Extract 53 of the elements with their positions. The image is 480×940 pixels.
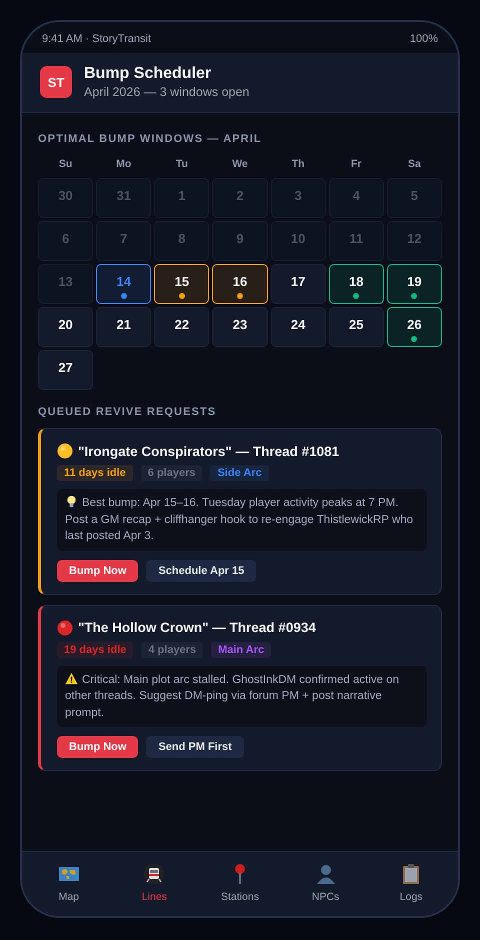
thread-tag: 19 days idle bbox=[57, 642, 134, 658]
bump-now-button[interactable]: Bump Now bbox=[57, 736, 138, 758]
warning-icon bbox=[65, 672, 78, 684]
bump-now-button[interactable]: Bump Now bbox=[57, 560, 138, 582]
nav-tab[interactable]: Stations bbox=[204, 852, 275, 914]
advice-note: Critical: Main plot arc stalled. GhostInkDM confirmed active on other threads. Suggest DM-ping via forum PM + post narrative prompt. bbox=[57, 666, 427, 727]
lightbulb-icon bbox=[65, 495, 78, 508]
thread-title: "The Hollow Crown" — Thread #0934 bbox=[78, 620, 316, 635]
nav-tab[interactable]: Map bbox=[34, 852, 104, 914]
thread-tag: Main Arc bbox=[211, 642, 272, 658]
status-circle-icon bbox=[57, 620, 73, 636]
calendar-day[interactable]: 20 bbox=[38, 307, 94, 347]
calendar-day[interactable]: 24 bbox=[270, 307, 326, 347]
status-circle-icon bbox=[57, 443, 73, 459]
calendar-day[interactable]: 27 bbox=[38, 350, 94, 390]
calendar-day[interactable]: 23 bbox=[212, 307, 268, 347]
app-title: Bump Scheduler bbox=[84, 65, 212, 83]
nav-tab[interactable]: Lines bbox=[119, 852, 190, 914]
nav-tab[interactable]: NPCs bbox=[290, 852, 361, 914]
calendar-day[interactable]: 15 bbox=[154, 264, 210, 304]
weekday-label: Sa bbox=[406, 158, 422, 170]
calendar-day[interactable]: 17 bbox=[270, 264, 326, 304]
app-subtitle: April 2026 — 3 windows open bbox=[84, 85, 250, 99]
weekday-label: Th bbox=[290, 158, 306, 170]
calendar-day[interactable]: 14 bbox=[96, 264, 152, 304]
section-title: QUEUED REVIVE REQUESTS bbox=[38, 406, 218, 418]
app-logo: ST bbox=[40, 66, 72, 98]
weekday-label: Fr bbox=[350, 158, 363, 170]
calendar-day[interactable]: 25 bbox=[328, 307, 384, 347]
section-title: OPTIMAL BUMP WINDOWS — APRIL bbox=[38, 133, 263, 145]
advice-note: Best bump: Apr 15–16. Tuesday player activity peaks at 7 PM. Post a GM recap + cliffhanger hook to re-engage ThistlewickRP who last posted Apr 3. bbox=[57, 489, 427, 550]
thread-tag: 11 days idle bbox=[57, 465, 133, 481]
action-button[interactable]: Schedule Apr 15 bbox=[146, 560, 256, 582]
weekday-label: Su bbox=[58, 158, 74, 170]
train-icon bbox=[143, 863, 166, 885]
calendar-day[interactable]: 22 bbox=[154, 307, 210, 347]
battery-level: 100% bbox=[410, 33, 438, 45]
weekday-label: Mo bbox=[115, 158, 132, 170]
thread-title: "Irongate Conspirators" — Thread #1081 bbox=[78, 444, 340, 458]
calendar-day[interactable]: 18 bbox=[328, 264, 384, 304]
thread-tag: 4 players bbox=[141, 642, 204, 658]
status-text: 9:41 AM · StoryTransit bbox=[42, 33, 152, 45]
weekday-label: We bbox=[231, 158, 249, 170]
thread-tag: 6 players bbox=[140, 465, 202, 481]
person-icon bbox=[314, 863, 337, 885]
nav-tab[interactable]: Logs bbox=[376, 852, 446, 914]
action-button[interactable]: Send PM First bbox=[146, 736, 244, 758]
calendar-day[interactable]: 16 bbox=[212, 264, 268, 304]
calendar-day[interactable]: 26 bbox=[386, 307, 442, 347]
calendar-day[interactable]: 21 bbox=[96, 307, 152, 347]
weekday-label: Tu bbox=[174, 158, 189, 170]
thread-tag: Side Arc bbox=[210, 465, 269, 481]
calendar-day[interactable]: 19 bbox=[386, 264, 442, 304]
